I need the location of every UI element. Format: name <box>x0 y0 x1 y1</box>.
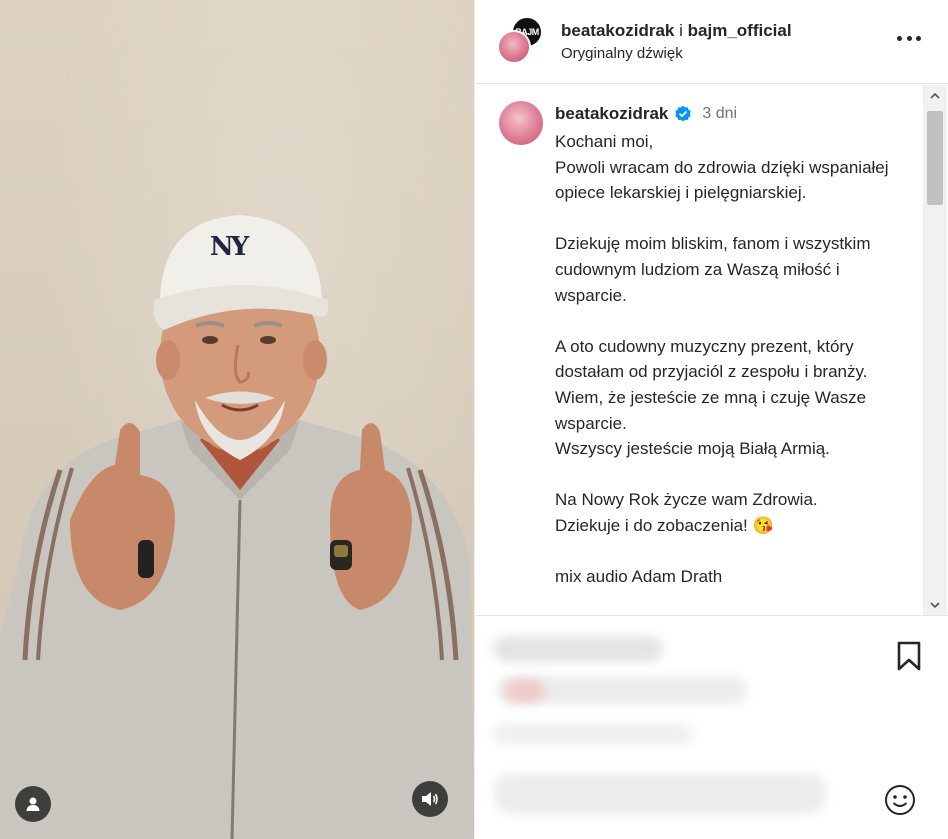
cap-logo: NY <box>209 232 249 262</box>
more-options-button[interactable] <box>893 28 925 48</box>
tagged-users-button[interactable] <box>15 786 51 822</box>
scroll-up-button[interactable] <box>923 85 947 105</box>
blurred-content <box>493 724 693 744</box>
caption-avatar[interactable] <box>499 101 543 145</box>
caption-text: Kochani moi, Powoli wracam do zdrowia dz… <box>555 132 889 587</box>
audio-label-link[interactable]: Oryginalny dźwięk <box>561 45 683 62</box>
audio-toggle-button[interactable] <box>412 781 448 817</box>
chevron-down-icon <box>930 601 940 608</box>
collab-avatars[interactable]: BAJM <box>497 16 547 66</box>
post-media[interactable]: NY <box>0 0 474 839</box>
more-horizontal-icon-dot <box>916 35 921 41</box>
collab-usernames: beatakozidrak i bajm_official <box>561 21 792 41</box>
caption-header: beatakozidrak 3 dni <box>555 104 737 124</box>
emoji-icon[interactable] <box>883 783 917 817</box>
caption-scroll-area[interactable]: beatakozidrak 3 dni Kochani moi, Powoli … <box>475 85 923 615</box>
owner-username-link[interactable]: beatakozidrak <box>561 21 674 40</box>
bookmark-icon[interactable] <box>895 640 923 672</box>
scroll-down-button[interactable] <box>923 595 947 615</box>
post-sidebar: BAJM beatakozidrak i bajm_official Orygi… <box>474 0 948 839</box>
verified-badge-icon <box>675 105 692 122</box>
collaborator-username-link[interactable]: bajm_official <box>688 21 792 40</box>
blurred-content <box>505 680 545 702</box>
scrollbar-thumb[interactable] <box>927 111 943 205</box>
post-header: BAJM beatakozidrak i bajm_official Orygi… <box>475 0 948 84</box>
chevron-up-icon <box>930 92 940 99</box>
media-photo <box>0 215 474 839</box>
collab-separator: i <box>679 21 683 40</box>
caption-scrollbar[interactable] <box>923 85 947 615</box>
more-horizontal-icon-dot <box>906 35 912 41</box>
blurred-actions-area <box>475 615 948 839</box>
user-tag-icon <box>26 797 40 811</box>
blurred-content <box>495 774 825 814</box>
caption-username-link[interactable]: beatakozidrak <box>555 104 668 124</box>
blurred-content <box>493 636 663 662</box>
speaker-icon <box>422 792 438 806</box>
more-horizontal-icon-dot <box>897 35 902 41</box>
owner-avatar[interactable] <box>497 30 531 64</box>
post-timestamp[interactable]: 3 dni <box>702 105 737 123</box>
